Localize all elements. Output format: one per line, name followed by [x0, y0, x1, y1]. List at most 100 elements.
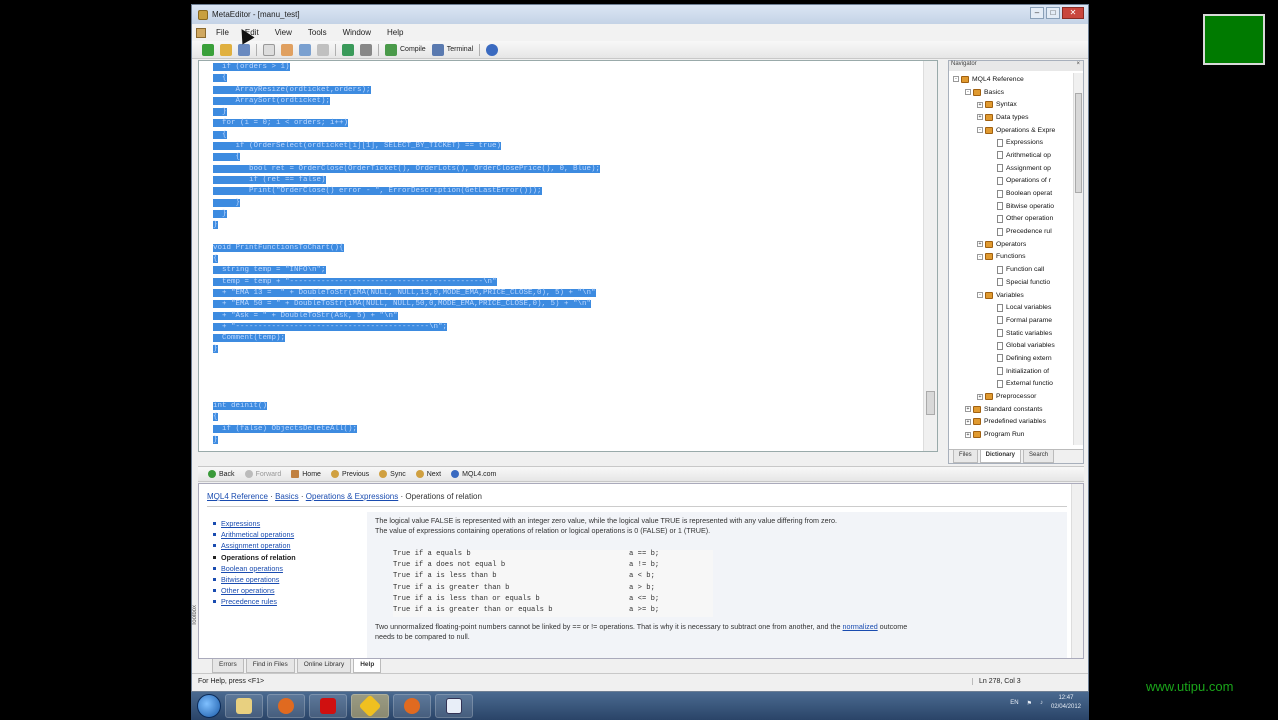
undo-icon[interactable] [342, 43, 354, 56]
help-topic-link[interactable]: Arithmetical operations [213, 529, 363, 540]
menu-window[interactable]: Window [335, 28, 379, 37]
tree-item[interactable]: + Preprocessor [949, 390, 1071, 403]
code-line[interactable]: if (ret == false) [213, 175, 923, 186]
taskbar-metaeditor[interactable] [435, 694, 473, 718]
tree-item[interactable]: Assignment op [949, 162, 1071, 175]
tree-item[interactable]: - MQL4 Reference [949, 73, 1071, 86]
tree-item[interactable]: Local variables [949, 301, 1071, 314]
breadcrumb-mql4-reference[interactable]: MQL4 Reference [207, 492, 268, 501]
tree-item[interactable]: Defining extern [949, 352, 1071, 365]
help-topic-link[interactable]: Expressions [213, 518, 363, 529]
code-line[interactable]: if (OrderSelect(ordticket[i][1], SELECT_… [213, 141, 923, 152]
tree-item[interactable]: + Program Run [949, 428, 1071, 441]
tree-item[interactable]: Static variables [949, 327, 1071, 340]
expand-icon[interactable]: + [965, 431, 971, 438]
collapse-icon[interactable]: - [965, 89, 971, 96]
clock[interactable]: 12:47 02/04/2012 [1051, 694, 1081, 712]
tab-errors[interactable]: Errors [212, 659, 244, 673]
previous-button[interactable]: Previous [330, 470, 369, 478]
forward-button[interactable]: Forward [244, 470, 281, 478]
code-line[interactable]: { [213, 130, 923, 141]
expand-icon[interactable]: + [965, 406, 971, 413]
save-icon[interactable] [238, 43, 250, 56]
tree-item[interactable]: + Syntax [949, 98, 1071, 111]
collapse-icon[interactable]: - [977, 127, 983, 134]
code-line[interactable]: int deinit() [213, 401, 923, 412]
code-line[interactable]: { [213, 152, 923, 163]
tree-item[interactable]: Other operation [949, 213, 1071, 226]
paste-icon[interactable] [317, 43, 329, 56]
code-line[interactable]: { [213, 73, 923, 84]
code-line[interactable]: { [213, 412, 923, 423]
navigator-scrollbar[interactable] [1073, 73, 1083, 445]
compile-button[interactable]: Compile [385, 43, 426, 56]
taskbar-explorer[interactable] [225, 694, 263, 718]
tab-find-in-files[interactable]: Find in Files [245, 659, 295, 673]
back-button[interactable]: Back [208, 470, 235, 478]
globe-icon[interactable] [486, 43, 499, 56]
tab-help[interactable]: Help [353, 659, 382, 673]
code-line[interactable] [213, 390, 923, 401]
code-line[interactable]: if (false) ObjectsDeleteAll(); [213, 424, 923, 435]
menu-file[interactable]: File [208, 28, 237, 37]
minimize-button[interactable]: – [1030, 7, 1044, 19]
code-line[interactable]: + "EMA 13 = " + DoubleToStr(iMA(NULL, NU… [213, 288, 923, 299]
new-file-icon[interactable] [202, 43, 214, 56]
tree-item[interactable]: Boolean operat [949, 187, 1071, 200]
help-topic-link[interactable]: Bitwise operations [213, 574, 363, 585]
tree-item[interactable]: Special functio [949, 276, 1071, 289]
code-editor[interactable]: if (orders > 1) { ArrayResize(ordticket,… [198, 60, 938, 452]
tree-item[interactable]: - Variables [949, 289, 1071, 302]
tree-item[interactable]: + Predefined variables [949, 416, 1071, 429]
next-button[interactable]: Next [415, 470, 441, 478]
taskbar-firefox[interactable] [267, 694, 305, 718]
tab-dictionary[interactable]: Dictionary [979, 450, 1022, 463]
code-line[interactable] [213, 378, 923, 389]
expand-icon[interactable]: + [977, 241, 983, 248]
code-line[interactable]: void PrintFunctionsToChart(){ [213, 243, 923, 254]
code-line[interactable]: ArrayResize(ordticket,orders); [213, 85, 923, 96]
code-line[interactable]: } [213, 198, 923, 209]
tree-item[interactable]: + Standard constants [949, 403, 1071, 416]
home-button[interactable]: Home [291, 470, 321, 478]
code-line[interactable]: + "-------------------------------------… [213, 322, 923, 333]
window-icon[interactable] [263, 43, 275, 56]
tree-item[interactable]: Initialization of [949, 365, 1071, 378]
tab-online-library[interactable]: Online Library [296, 659, 352, 673]
close-icon[interactable]: × [1076, 61, 1080, 67]
help-topic-link[interactable]: Precedence rules [213, 596, 363, 607]
taskbar-acrobat[interactable] [309, 694, 347, 718]
tree-item[interactable]: Global variables [949, 339, 1071, 352]
editor-scrollbar[interactable] [923, 61, 937, 451]
menu-tools[interactable]: Tools [300, 28, 335, 37]
code-line[interactable] [213, 231, 923, 242]
tree-item[interactable]: Arithmetical op [949, 149, 1071, 162]
title-bar[interactable]: MetaEditor - [manu_test] – □ ✕ [192, 5, 1088, 24]
close-button[interactable]: ✕ [1062, 7, 1084, 19]
tree-item[interactable]: Expressions [949, 136, 1071, 149]
language-indicator[interactable]: EN [1010, 700, 1018, 706]
tree-item[interactable]: Operations of r [949, 175, 1071, 188]
code-line[interactable]: temp = temp + "-------------------------… [213, 277, 923, 288]
maximize-button[interactable]: □ [1046, 7, 1060, 19]
collapse-icon[interactable]: - [953, 76, 959, 83]
code-line[interactable]: } [213, 435, 923, 446]
code-line[interactable]: for (i = 0; i < orders; i++) [213, 118, 923, 129]
code-line[interactable]: string temp = "INFO\n"; [213, 265, 923, 276]
expand-icon[interactable]: + [977, 101, 983, 108]
start-button[interactable] [197, 694, 221, 718]
code-line[interactable]: ArraySort(ordticket); [213, 96, 923, 107]
taskbar-firefox-2[interactable] [393, 694, 431, 718]
code-line[interactable] [213, 367, 923, 378]
code-line[interactable]: } [213, 220, 923, 231]
mql4-site-button[interactable]: MQL4.com [451, 470, 496, 478]
help-scrollbar[interactable] [1071, 484, 1083, 658]
code-line[interactable]: } [213, 209, 923, 220]
menu-view[interactable]: View [267, 28, 300, 37]
code-line[interactable]: } [213, 107, 923, 118]
breadcrumb-basics[interactable]: Basics [275, 492, 299, 501]
tree-item[interactable]: - Basics [949, 86, 1071, 99]
collapse-icon[interactable]: - [977, 292, 983, 299]
cut-icon[interactable] [299, 43, 311, 56]
code-line[interactable]: if (orders > 1) [213, 62, 923, 73]
